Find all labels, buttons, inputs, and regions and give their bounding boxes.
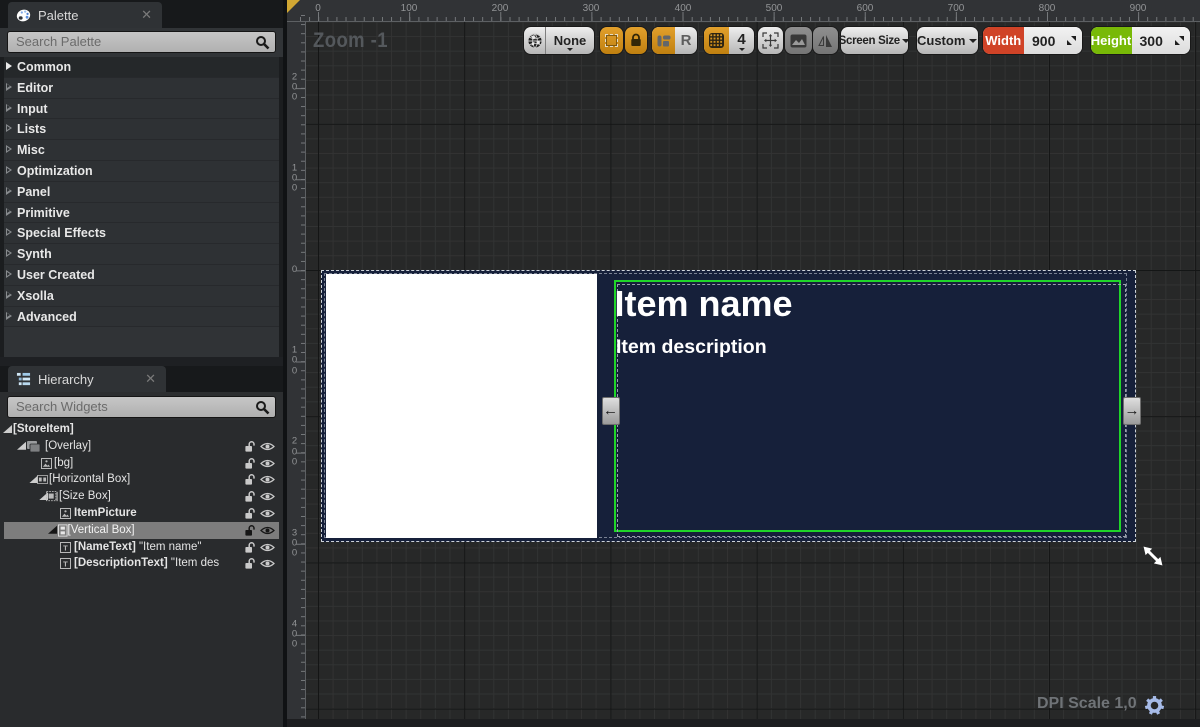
svg-text:T: T xyxy=(63,543,68,552)
svg-text:T: T xyxy=(63,560,68,569)
